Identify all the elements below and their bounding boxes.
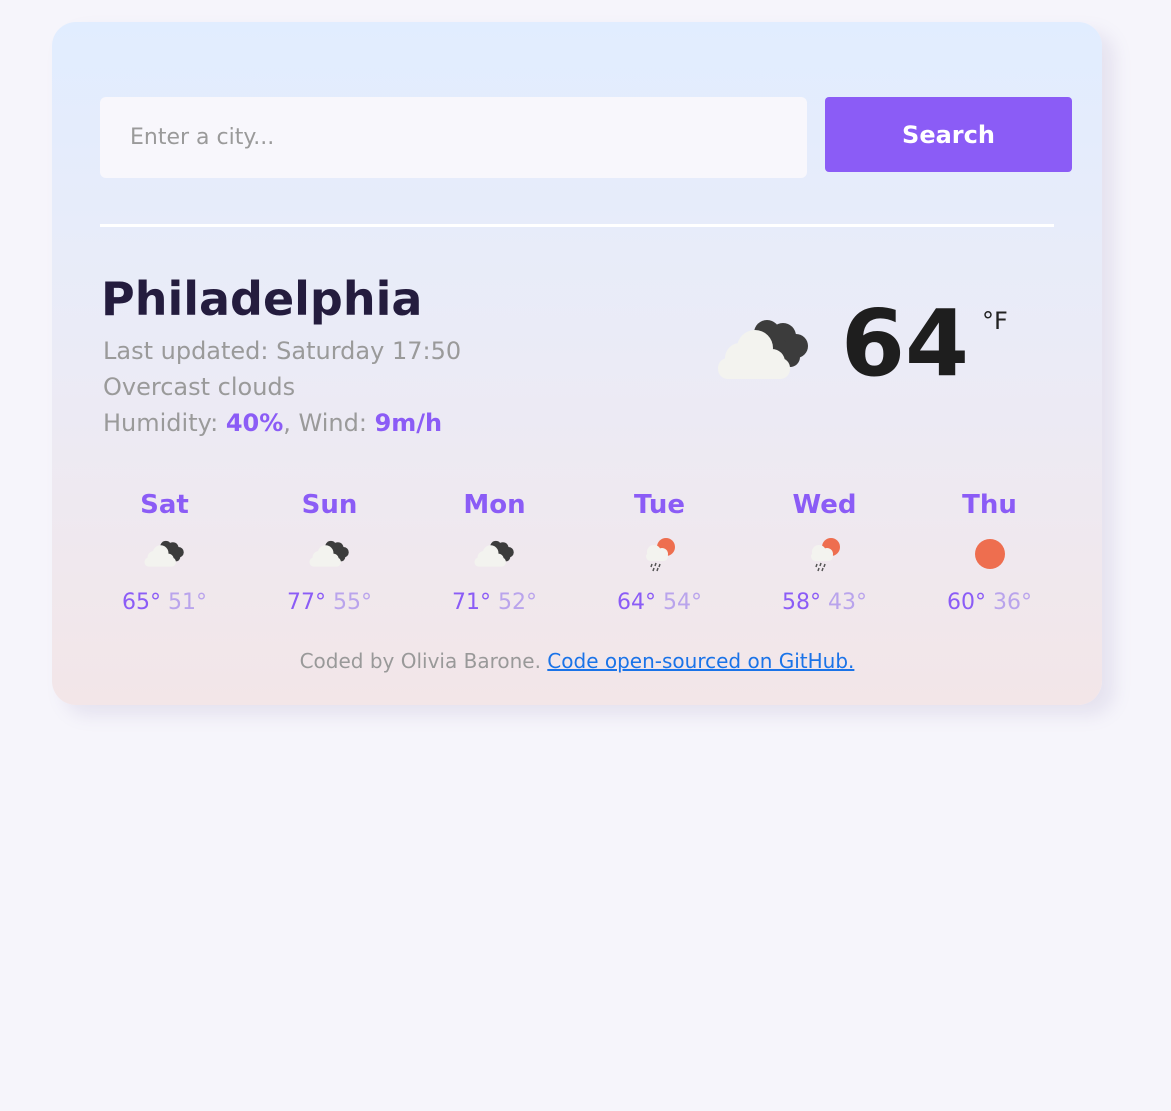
forecast-temps: 65° 51° <box>82 590 247 615</box>
github-link[interactable]: Code open-sourced on GitHub. <box>547 649 854 673</box>
footer-credit: Coded by Olivia Barone. <box>299 649 541 673</box>
forecast-temps: 64° 54° <box>577 590 742 615</box>
current-temperature: 64 <box>841 290 970 397</box>
humidity-value: 40% <box>225 409 284 437</box>
footer: Coded by Olivia Barone. Code open-source… <box>52 649 1102 673</box>
forecast-day: Wed 58° 43° <box>742 490 907 620</box>
forecast-day: Sun 77° 55° <box>247 490 412 620</box>
forecast-min-temp: 55° <box>333 590 372 615</box>
divider <box>100 224 1054 227</box>
forecast-min-temp: 36° <box>993 590 1032 615</box>
forecast-temps: 71° 52° <box>412 590 577 615</box>
forecast-max-temp: 77° <box>287 590 326 615</box>
forecast-day-name: Sun <box>301 490 358 520</box>
forecast-temps: 77° 55° <box>247 590 412 615</box>
forecast-min-temp: 51° <box>168 590 207 615</box>
weather-card: Search Philadelphia Last updated: Saturd… <box>52 22 1102 705</box>
forecast-max-temp: 65° <box>122 590 161 615</box>
weather-description: Overcast clouds <box>103 373 296 401</box>
wind-value: 9m/h <box>374 409 443 437</box>
forecast-max-temp: 60° <box>947 590 986 615</box>
wind-label: Wind: <box>298 409 367 437</box>
last-updated-value: Saturday 17:50 <box>276 337 462 365</box>
overcast-clouds-icon <box>306 536 354 572</box>
last-updated-label: Last updated: <box>103 337 269 365</box>
forecast-day: Thu 60° 36° <box>907 490 1072 620</box>
forecast-day: Sat 65° 51° <box>82 490 247 620</box>
forecast-max-temp: 71° <box>452 590 491 615</box>
forecast-day: Tue 64° 54° <box>577 490 742 620</box>
rain-sun-icon <box>801 536 849 572</box>
forecast-day-name: Sat <box>140 490 189 520</box>
forecast-min-temp: 52° <box>498 590 537 615</box>
forecast-min-temp: 43° <box>828 590 867 615</box>
forecast-day-name: Thu <box>962 490 1017 520</box>
rain-sun-icon <box>636 536 684 572</box>
forecast-day-name: Wed <box>792 490 857 520</box>
search-button[interactable]: Search <box>825 97 1072 172</box>
city-search-input[interactable] <box>100 97 807 178</box>
forecast-day-name: Tue <box>633 490 686 520</box>
forecast-max-temp: 64° <box>617 590 656 615</box>
overcast-clouds-icon <box>471 536 519 572</box>
sun-icon <box>966 536 1014 572</box>
overcast-clouds-icon <box>710 310 820 390</box>
forecast-day: Mon 71° 52° <box>412 490 577 620</box>
forecast-temps: 60° 36° <box>907 590 1072 615</box>
overcast-clouds-icon <box>141 536 189 572</box>
forecast-day-name: Mon <box>463 490 526 520</box>
forecast-min-temp: 54° <box>663 590 702 615</box>
humidity-label: Humidity: <box>103 409 219 437</box>
humidity-wind: Humidity: 40%, Wind: 9m/h <box>103 409 443 437</box>
forecast-temps: 58° 43° <box>742 590 907 615</box>
temperature-unit[interactable]: °F <box>982 307 1008 335</box>
city-name: Philadelphia <box>101 272 423 326</box>
last-updated: Last updated: Saturday 17:50 <box>103 337 461 365</box>
forecast-max-temp: 58° <box>782 590 821 615</box>
